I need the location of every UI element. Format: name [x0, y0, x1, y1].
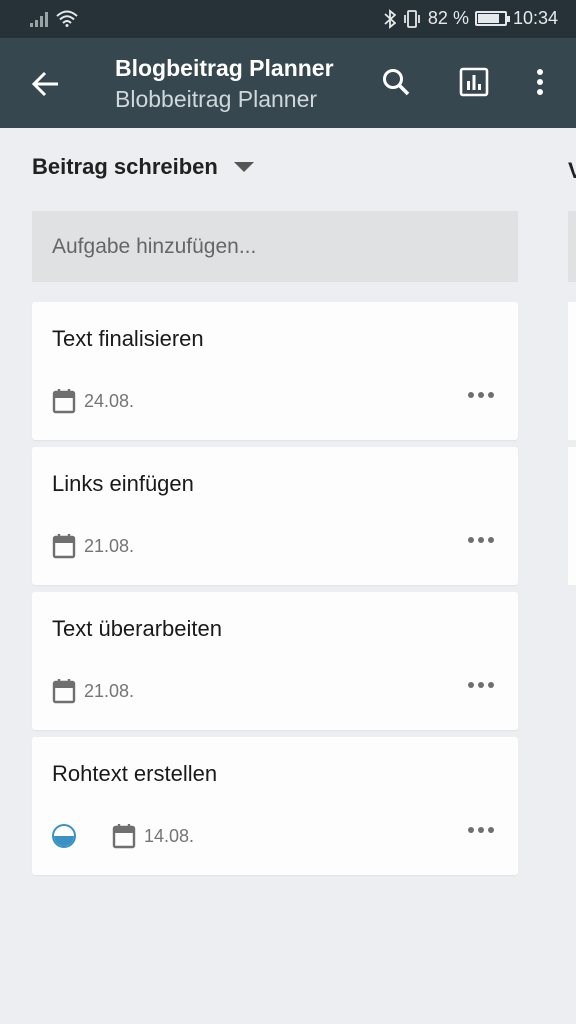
overflow-menu-button[interactable] — [518, 60, 562, 104]
column-title: Beitrag schreiben — [32, 154, 218, 179]
next-column-card-edge[interactable] — [568, 447, 576, 585]
app-subtitle: Blobbeitrag Planner — [115, 86, 318, 112]
task-title: Text finalisieren — [52, 326, 204, 351]
status-left — [30, 10, 78, 27]
wifi-icon — [56, 10, 78, 27]
more-vert-icon — [537, 69, 543, 95]
signal-icon — [30, 12, 48, 27]
due-date: 14.08. — [144, 825, 195, 846]
search-button[interactable] — [374, 60, 418, 104]
battery-icon — [474, 11, 510, 26]
chart-icon — [459, 67, 489, 97]
next-column-title[interactable]: V — [568, 158, 576, 184]
task-meta: 21.08. — [52, 678, 134, 704]
task-card[interactable]: Text finalisieren 24.08. — [32, 302, 518, 440]
status-bar: 82 % 10:34 — [0, 0, 576, 38]
bluetooth-icon — [384, 8, 396, 29]
task-more-button[interactable] — [468, 392, 494, 398]
search-icon — [383, 69, 410, 96]
back-arrow-icon — [32, 71, 58, 97]
task-meta: 21.08. — [52, 533, 134, 559]
task-more-button[interactable] — [468, 537, 494, 543]
next-column-card-edge[interactable] — [568, 302, 576, 440]
clock: 10:34 — [512, 8, 558, 28]
task-title: Text überarbeiten — [52, 616, 222, 641]
task-more-button[interactable] — [468, 827, 494, 833]
task-title: Links einfügen — [52, 471, 194, 496]
due-date: 24.08. — [84, 390, 135, 411]
task-more-button[interactable] — [468, 682, 494, 688]
title-block: Blogbeitrag Planner Blobbeitrag Planner — [115, 54, 334, 114]
app-title: Blogbeitrag Planner — [115, 55, 334, 81]
task-card[interactable]: Text überarbeiten 21.08. — [32, 592, 518, 730]
task-card[interactable]: Rohtext erstellen 14.08. — [32, 737, 518, 875]
vibrate-icon — [404, 9, 420, 28]
task-meta: 24.08. — [52, 388, 134, 414]
calendar-icon — [112, 824, 136, 849]
calendar-icon — [52, 389, 76, 414]
progress-half-icon — [52, 824, 76, 848]
status-right: 82 % 10:34 — [384, 8, 558, 29]
next-column-add-input-edge[interactable] — [568, 211, 576, 282]
caret-down-icon — [233, 162, 254, 172]
task-meta: 14.08. — [52, 823, 194, 849]
statistics-button[interactable] — [452, 60, 496, 104]
due-date: 21.08. — [84, 535, 135, 556]
calendar-icon — [52, 679, 76, 704]
column-header[interactable]: Beitrag schreiben — [32, 154, 254, 180]
battery-percent: 82 % — [427, 8, 469, 28]
task-card[interactable]: Links einfügen 21.08. — [32, 447, 518, 585]
due-date: 21.08. — [84, 680, 135, 701]
task-title: Rohtext erstellen — [52, 761, 218, 786]
battery-level — [477, 14, 500, 23]
back-button[interactable] — [24, 62, 68, 106]
add-task-input[interactable] — [32, 211, 518, 282]
calendar-icon — [52, 534, 76, 559]
app-bar: Blogbeitrag Planner Blobbeitrag Planner — [0, 38, 576, 128]
